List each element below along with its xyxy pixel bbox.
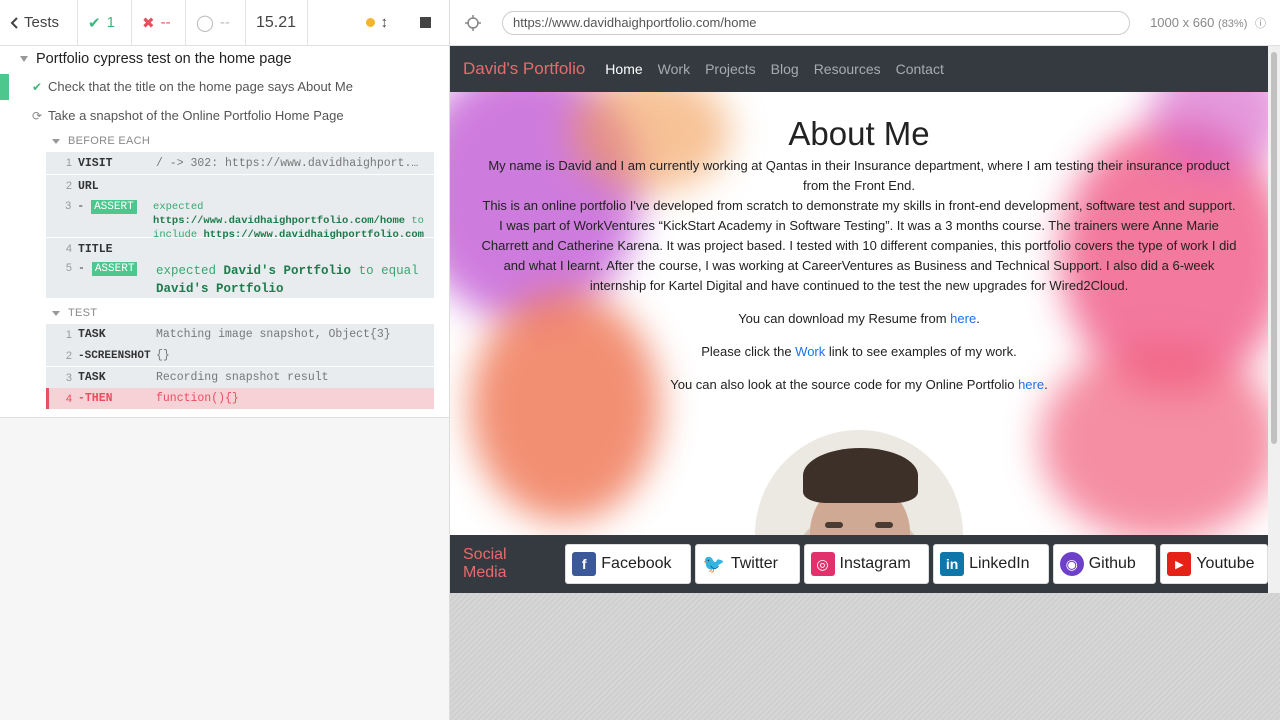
command-row[interactable]: 2 URL bbox=[46, 175, 434, 197]
social-media-label: Social Media bbox=[463, 546, 507, 581]
youtube-button[interactable]: ▶ Youtube bbox=[1160, 544, 1268, 584]
app-under-test: David's Portfolio Home Work Projects Blo… bbox=[450, 46, 1268, 593]
nav-projects[interactable]: Projects bbox=[705, 61, 756, 77]
site-navbar: David's Portfolio Home Work Projects Blo… bbox=[450, 46, 1268, 92]
pending-count[interactable]: ◯ -- bbox=[186, 0, 246, 46]
failed-count[interactable]: ✖ -- bbox=[132, 0, 186, 46]
nav-contact[interactable]: Contact bbox=[896, 61, 944, 77]
hero-section: About Me My name is David and I am curre… bbox=[450, 92, 1268, 535]
resume-link[interactable]: here bbox=[950, 311, 976, 326]
check-icon: ✔ bbox=[32, 79, 43, 94]
source-line: You can also look at the source code for… bbox=[670, 377, 1048, 392]
viewport-size[interactable]: 1000 x 660 (83%) ⓘ bbox=[1150, 15, 1266, 31]
page-title: About Me bbox=[788, 115, 930, 152]
nav-resources[interactable]: Resources bbox=[814, 61, 881, 77]
before-each-commands: 1 VISIT / -> 302: https://www.davidhaigh… bbox=[46, 152, 434, 298]
command-row[interactable]: 2 -SCREENSHOT {} bbox=[46, 345, 434, 366]
assert-badge: ASSERT bbox=[91, 200, 137, 214]
linkedin-icon: in bbox=[940, 552, 965, 576]
instagram-button[interactable]: ◎ Instagram bbox=[803, 544, 930, 584]
youtube-icon: ▶ bbox=[1167, 552, 1192, 576]
command-log-panel: Tests ✔ 1 ✖ -- ◯ -- 15.21 ↕ Portfolio cy… bbox=[0, 0, 450, 720]
reporter: Portfolio cypress test on the home page … bbox=[0, 46, 449, 418]
facebook-icon: f bbox=[572, 552, 597, 576]
work-line: Please click the Work link to see exampl… bbox=[701, 344, 1017, 359]
passed-count[interactable]: ✔ 1 bbox=[78, 0, 132, 46]
hook-before-each[interactable]: BEFORE EACH bbox=[0, 130, 449, 152]
nav-blog[interactable]: Blog bbox=[771, 61, 799, 77]
duration: 15.21 bbox=[246, 0, 308, 46]
scrollbar-thumb[interactable] bbox=[1271, 52, 1277, 444]
assert-badge: ASSERT bbox=[91, 262, 138, 276]
command-row[interactable]: 3 - ASSERT expected https://www.davidhai… bbox=[46, 197, 434, 241]
source-link[interactable]: here bbox=[1018, 377, 1044, 392]
tests-label: Tests bbox=[24, 14, 60, 31]
github-icon: ◉ bbox=[1059, 552, 1084, 576]
profile-photo bbox=[755, 430, 963, 535]
check-icon: ✔ bbox=[88, 14, 101, 32]
running-indicator-icon bbox=[365, 18, 375, 27]
collapse-icon bbox=[52, 310, 60, 316]
github-button[interactable]: ◉ Github bbox=[1052, 544, 1157, 584]
suite-title[interactable]: Portfolio cypress test on the home page bbox=[0, 46, 449, 72]
info-icon[interactable]: ⓘ bbox=[1255, 18, 1266, 30]
runner-header: Tests ✔ 1 ✖ -- ◯ -- 15.21 ↕ bbox=[0, 0, 449, 46]
command-row[interactable]: 5 - ASSERT expected David's Portfolio to… bbox=[46, 260, 434, 298]
facebook-button[interactable]: f Facebook bbox=[565, 544, 691, 584]
instagram-icon: ◎ bbox=[810, 552, 835, 576]
url-display[interactable]: https://www.davidhaighportfolio.com/home bbox=[502, 10, 1130, 35]
passed-marker bbox=[0, 74, 9, 100]
x-icon: ✖ bbox=[142, 14, 155, 32]
command-row[interactable]: 4 TITLE bbox=[46, 238, 434, 260]
nav-work[interactable]: Work bbox=[658, 61, 690, 77]
resume-line: You can download my Resume from here. bbox=[738, 311, 980, 326]
work-link[interactable]: Work bbox=[795, 344, 825, 359]
selector-playground-button[interactable] bbox=[450, 0, 496, 46]
linkedin-button[interactable]: in LinkedIn bbox=[933, 544, 1049, 584]
test-running[interactable]: ⟳ Take a snapshot of the Online Portfoli… bbox=[0, 101, 449, 130]
command-row-failed[interactable]: 4 -THEN function(){} bbox=[46, 388, 434, 409]
command-row[interactable]: 1 VISIT / -> 302: https://www.davidhaigh… bbox=[46, 152, 434, 174]
about-content: About Me My name is David and I am curre… bbox=[450, 92, 1268, 395]
about-paragraph: This is an online portfolio I've develop… bbox=[481, 198, 1237, 293]
circle-icon: ◯ bbox=[196, 14, 214, 32]
collapse-icon bbox=[52, 138, 60, 144]
intro-paragraph: My name is David and I am currently work… bbox=[488, 158, 1230, 193]
back-to-tests-button[interactable]: Tests bbox=[0, 0, 78, 46]
twitter-icon: 🐦 bbox=[701, 552, 726, 576]
test-passed[interactable]: ✔ Check that the title on the home page … bbox=[0, 72, 449, 101]
autoscroll-toggle-icon[interactable]: ↕ bbox=[381, 14, 389, 31]
nav-home[interactable]: Home bbox=[605, 61, 642, 77]
runner-controls: ↕ bbox=[308, 0, 449, 46]
stop-button[interactable] bbox=[420, 17, 431, 28]
collapse-icon bbox=[20, 56, 28, 62]
test-commands: 1 TASK Matching image snapshot, Object{3… bbox=[46, 324, 434, 409]
twitter-button[interactable]: 🐦 Twitter bbox=[694, 544, 800, 584]
chevron-left-icon bbox=[10, 16, 18, 29]
aut-panel: https://www.davidhaighportfolio.com/home… bbox=[450, 0, 1280, 720]
command-row[interactable]: 1 TASK Matching image snapshot, Object{3… bbox=[46, 324, 434, 345]
refresh-icon: ⟳ bbox=[32, 108, 43, 123]
aut-scrollbar[interactable] bbox=[1268, 46, 1280, 593]
crosshair-icon bbox=[465, 14, 481, 31]
social-media-bar: Social Media f Facebook 🐦 Twitter ◎ Inst… bbox=[450, 535, 1268, 593]
hook-test[interactable]: TEST bbox=[0, 302, 449, 324]
site-brand[interactable]: David's Portfolio bbox=[463, 59, 585, 79]
command-row[interactable]: 3 TASK Recording snapshot result bbox=[46, 367, 434, 388]
url-bar: https://www.davidhaighportfolio.com/home… bbox=[450, 0, 1280, 46]
